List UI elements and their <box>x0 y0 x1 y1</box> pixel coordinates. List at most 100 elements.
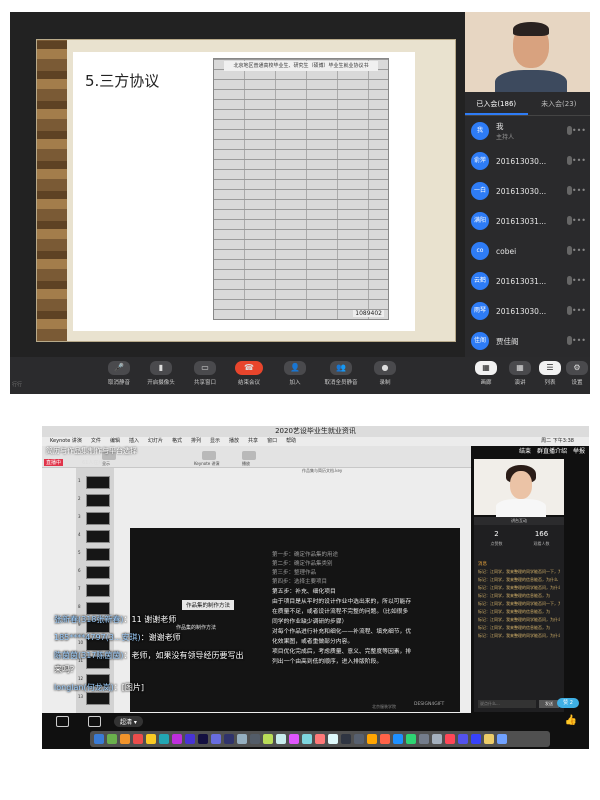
menubar-item[interactable]: 格式 <box>172 438 182 444</box>
screen-icon[interactable] <box>88 716 101 727</box>
dock-app-icon[interactable] <box>276 734 286 744</box>
top-link[interactable]: 举报 <box>573 448 585 455</box>
menubar-item[interactable]: 文件 <box>91 438 101 444</box>
participant-row[interactable]: co cobei ••• <box>465 236 590 266</box>
more-icon[interactable]: ••• <box>572 336 586 345</box>
share-button[interactable]: ▭ 共享窗口 <box>188 361 222 386</box>
dock-app-icon[interactable] <box>198 734 208 744</box>
dock-app-icon[interactable] <box>94 734 104 744</box>
participant-row[interactable]: 一白 201613030... ••• <box>465 176 590 206</box>
participant-avatar: 我 <box>471 122 489 140</box>
tab-not-joined[interactable]: 未入会(23) <box>528 92 591 115</box>
more-icon[interactable]: ••• <box>572 246 586 255</box>
dock-app-icon[interactable] <box>224 734 234 744</box>
dock-app-icon[interactable] <box>120 734 130 744</box>
slide-navigator: 1 2 3 4 5 6 7 8 9 10 11 12 13 <box>76 468 114 713</box>
more-icon[interactable]: ••• <box>572 186 586 195</box>
dock-app-icon[interactable] <box>159 734 169 744</box>
dock-app-icon[interactable] <box>185 734 195 744</box>
mute-all-button[interactable]: 👥 取消全员静音 <box>324 361 358 386</box>
dock-app-icon[interactable] <box>341 734 351 744</box>
settings-button[interactable]: ⚙ 设置 <box>560 361 590 386</box>
more-icon[interactable]: ••• <box>572 216 586 225</box>
slide-thumbnail[interactable] <box>86 692 110 705</box>
menubar-item[interactable]: 编辑 <box>110 438 120 444</box>
dock-app-icon[interactable] <box>497 734 507 744</box>
slide-thumbnail[interactable] <box>86 530 110 543</box>
play-tool-icon[interactable] <box>242 451 256 460</box>
menubar-item[interactable]: 幻灯片 <box>148 438 163 444</box>
dock-app-icon[interactable] <box>172 734 182 744</box>
group-icon: 👥 <box>330 361 352 375</box>
dock-app-icon[interactable] <box>471 734 481 744</box>
slide-thumbnail[interactable] <box>86 512 110 525</box>
menubar-item[interactable]: Keynote 讲演 <box>50 438 82 444</box>
danmu-text: ：11 谢谢老师 <box>123 615 177 624</box>
dock-app-icon[interactable] <box>211 734 221 744</box>
slide-thumbnail[interactable] <box>86 566 110 579</box>
slide-thumbnail[interactable] <box>86 584 110 597</box>
slide-thumbnail[interactable] <box>86 548 110 561</box>
record-button[interactable]: ● 录制 <box>368 361 402 386</box>
participant-row[interactable]: 满阳 201613031... ••• <box>465 206 590 236</box>
top-link[interactable]: 结束 <box>519 448 531 455</box>
quality-select[interactable]: 超清 ▾ <box>114 716 143 727</box>
participant-row[interactable]: 俞萍 201613030... ••• <box>465 146 590 176</box>
participant-name: 201613030... <box>496 186 547 196</box>
dock-app-icon[interactable] <box>237 734 247 744</box>
top-link[interactable]: 群直播介绍 <box>537 448 567 455</box>
dock-app-icon[interactable] <box>107 734 117 744</box>
view-speaker-button[interactable]: ▦ 演讲 <box>503 361 537 386</box>
dock-app-icon[interactable] <box>133 734 143 744</box>
dock-app-icon[interactable] <box>380 734 390 744</box>
menubar-item[interactable]: 帮助 <box>286 438 296 444</box>
dock-app-icon[interactable] <box>354 734 364 744</box>
more-icon[interactable]: ••• <box>572 126 586 135</box>
menubar-item[interactable]: 窗口 <box>267 438 277 444</box>
unmute-button[interactable]: 🎤 取消静音 <box>102 361 136 386</box>
menubar-item[interactable]: 共享 <box>248 438 258 444</box>
dock-app-icon[interactable] <box>432 734 442 744</box>
dock-app-icon[interactable] <box>289 734 299 744</box>
dock-app-icon[interactable] <box>458 734 468 744</box>
menubar-item[interactable]: 显示 <box>210 438 220 444</box>
slide-number: 13 <box>78 694 84 699</box>
participant-row[interactable]: 云鹤 201613031... ••• <box>465 266 590 296</box>
camera-button[interactable]: ▮ 开启摄像头 <box>144 361 178 386</box>
participant-avatar: 佳阁 <box>471 332 489 350</box>
dock-app-icon[interactable] <box>406 734 416 744</box>
dock-app-icon[interactable] <box>302 734 312 744</box>
menubar-item[interactable]: 播放 <box>229 438 239 444</box>
view-gallery-button[interactable]: ▦ 画廊 <box>469 361 503 386</box>
participant-row[interactable]: 雨琴 201613030... ••• <box>465 296 590 326</box>
dock-app-icon[interactable] <box>419 734 429 744</box>
dock-app-icon[interactable] <box>315 734 325 744</box>
dock-app-icon[interactable] <box>484 734 494 744</box>
slide-thumbnail[interactable] <box>86 494 110 507</box>
send-button[interactable]: 发送 <box>539 700 559 708</box>
bullet-toggle-icon[interactable] <box>56 716 69 727</box>
presenter-video[interactable] <box>474 459 564 517</box>
chat-input[interactable]: 说点什么... <box>478 700 536 708</box>
end-meeting-button[interactable]: ☎ 结束会议 <box>232 361 266 386</box>
more-icon[interactable]: ••• <box>572 276 586 285</box>
dock-app-icon[interactable] <box>393 734 403 744</box>
more-icon[interactable]: ••• <box>572 156 586 165</box>
dock-app-icon[interactable] <box>445 734 455 744</box>
tab-joined[interactable]: 已入会(186) <box>465 92 528 115</box>
thumbs-up-icon[interactable]: 👍 <box>565 715 577 726</box>
menubar-item[interactable]: 插入 <box>129 438 139 444</box>
participant-row[interactable]: 佳阁 贾佳阁 ••• <box>465 326 590 356</box>
dock-app-icon[interactable] <box>367 734 377 744</box>
join-button[interactable]: 👤 加入 <box>278 361 312 386</box>
participant-row[interactable]: 我我主持人 ••• <box>465 116 590 146</box>
host-video[interactable] <box>465 12 590 100</box>
dock-app-icon[interactable] <box>328 734 338 744</box>
keynote-tool-icon[interactable] <box>202 451 216 460</box>
dock-app-icon[interactable] <box>146 734 156 744</box>
menubar-item[interactable]: 排列 <box>191 438 201 444</box>
more-icon[interactable]: ••• <box>572 306 586 315</box>
dock-app-icon[interactable] <box>263 734 273 744</box>
slide-thumbnail[interactable] <box>86 476 110 489</box>
dock-app-icon[interactable] <box>250 734 260 744</box>
